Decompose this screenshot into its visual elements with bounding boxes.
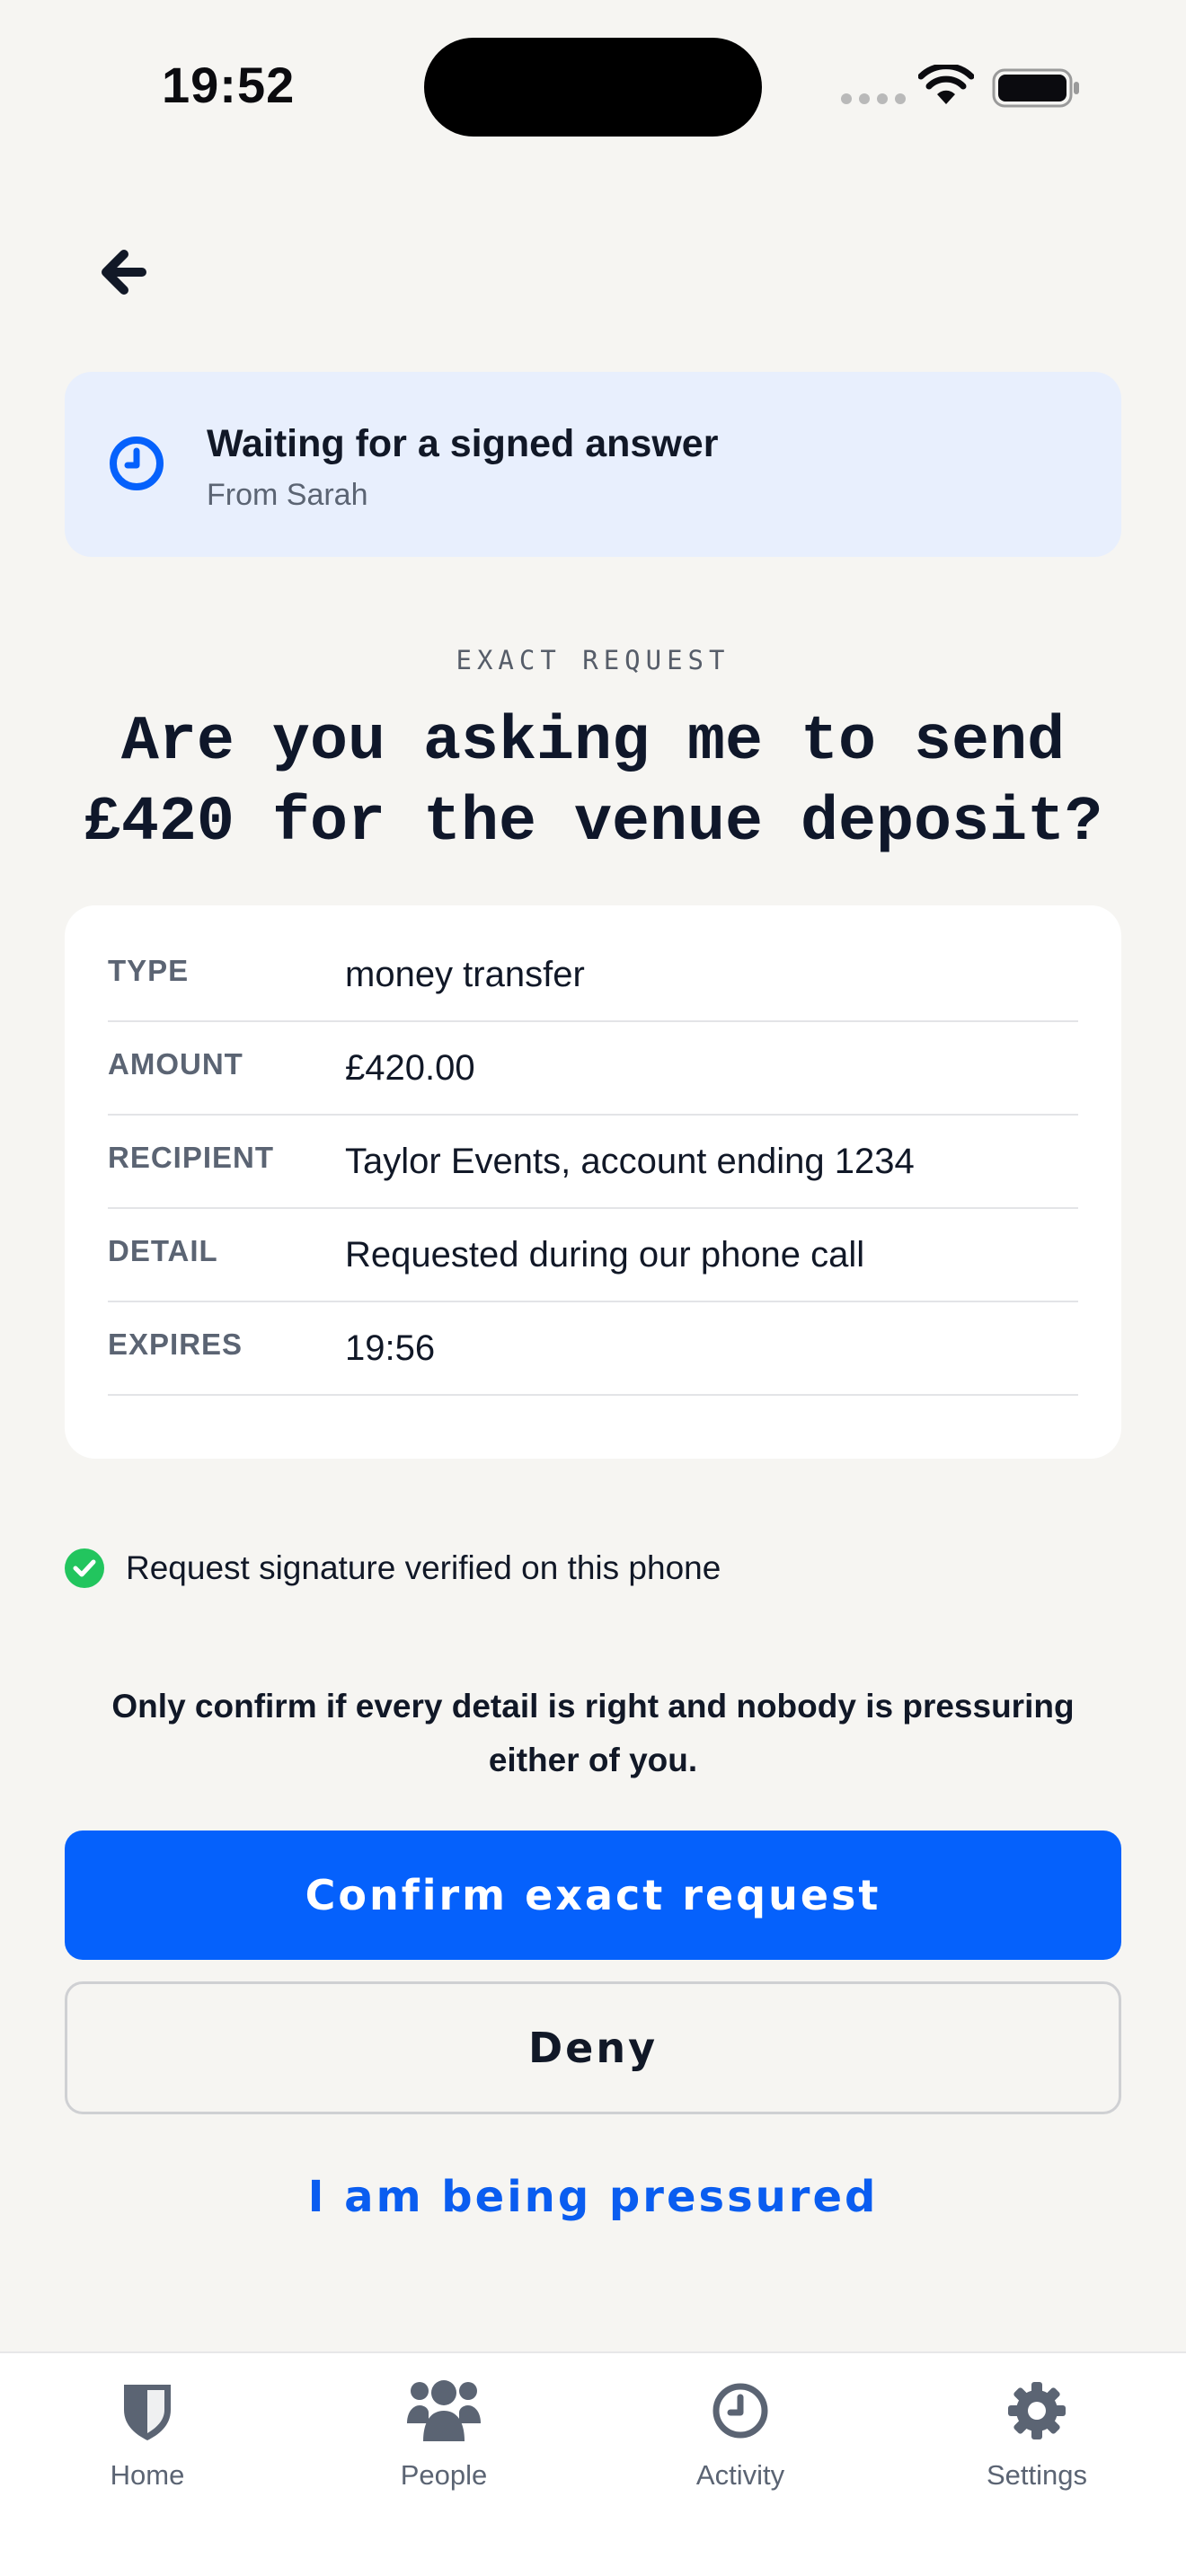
detail-label: AMOUNT <box>108 1047 243 1081</box>
detail-row-expires: EXPIRES 19:56 <box>108 1302 1078 1396</box>
detail-label: DETAIL <box>108 1234 218 1267</box>
tab-label: Settings <box>986 2459 1087 2491</box>
section-eyebrow: EXACT REQUEST <box>456 645 730 675</box>
tab-bar: Home People Activity Settings <box>0 2351 1186 2576</box>
wifi-icon <box>918 65 974 104</box>
detail-value: Taylor Events, account ending 1234 <box>345 1141 915 1181</box>
warning-text: Only confirm if every detail is right an… <box>111 1688 1075 1778</box>
detail-row-type: TYPE money transfer <box>108 929 1078 1022</box>
request-question: Are you asking me to send £420 for the v… <box>83 707 1103 859</box>
detail-row-recipient: RECIPIENT Taylor Events, account ending … <box>108 1116 1078 1209</box>
shield-icon <box>124 2385 171 2440</box>
detail-value: 19:56 <box>345 1328 436 1368</box>
tab-label: Activity <box>695 2459 785 2491</box>
details-card: TYPE money transfer AMOUNT £420.00 RECIP… <box>65 905 1121 1459</box>
tab-label: Home <box>110 2459 185 2491</box>
people-icon <box>407 2380 481 2441</box>
confirm-button[interactable]: Confirm exact request <box>65 1831 1121 1960</box>
detail-value: Requested during our phone call <box>345 1234 865 1275</box>
dynamic-island <box>424 38 762 137</box>
arrow-left-icon <box>102 250 146 295</box>
tab-people[interactable]: People <box>336 2371 552 2492</box>
check-circle-icon <box>65 1548 104 1588</box>
clock-icon <box>110 437 164 490</box>
detail-row-amount: AMOUNT £420.00 <box>108 1022 1078 1116</box>
detail-label: RECIPIENT <box>108 1141 275 1174</box>
signal-icon <box>841 93 906 104</box>
pressured-link[interactable]: I am being pressured <box>0 2172 1186 2222</box>
detail-value: money transfer <box>345 954 585 994</box>
verified-text: Request signature verified on this phone <box>126 1549 721 1586</box>
waiting-banner: Waiting for a signed answer From Sarah <box>65 372 1121 557</box>
tab-settings[interactable]: Settings <box>929 2371 1145 2492</box>
tab-activity[interactable]: Activity <box>633 2371 848 2492</box>
gear-icon <box>1008 2382 1066 2439</box>
detail-label: TYPE <box>108 954 190 987</box>
detail-value: £420.00 <box>345 1047 475 1088</box>
clock-icon <box>712 2383 768 2439</box>
banner-title: Waiting for a signed answer <box>207 422 719 465</box>
banner-subtitle: From Sarah <box>207 478 368 512</box>
battery-icon <box>992 68 1079 108</box>
detail-label: EXPIRES <box>108 1328 243 1361</box>
request-screen: 19:52 Waiting for a signed answer From S… <box>0 0 1186 2576</box>
tab-home[interactable]: Home <box>40 2371 255 2492</box>
back-button[interactable] <box>90 241 158 304</box>
tab-label: People <box>400 2459 488 2491</box>
deny-button[interactable]: Deny <box>65 1981 1121 2114</box>
status-time: 19:52 <box>162 57 296 113</box>
verification-status: Request signature verified on this phone <box>65 1548 721 1588</box>
detail-row-detail: DETAIL Requested during our phone call <box>108 1209 1078 1302</box>
